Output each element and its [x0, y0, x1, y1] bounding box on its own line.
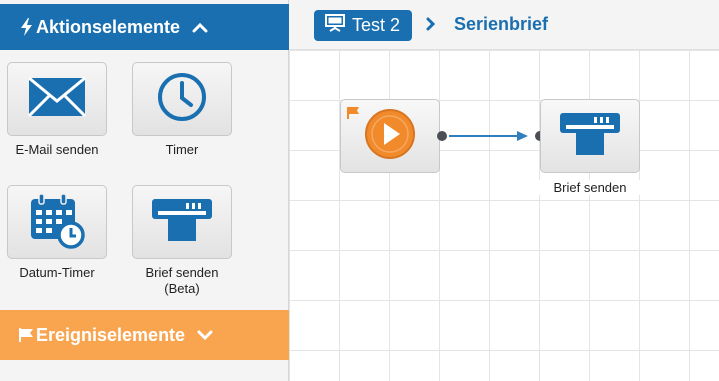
sidebar: Aktionselemente E-Mail senden Timer Datu…: [0, 0, 289, 381]
brief-senden-node-label: Brief senden: [530, 180, 650, 195]
campaign-button[interactable]: Test 2: [314, 10, 412, 41]
tile-email-senden[interactable]: [7, 62, 107, 136]
workflow-canvas[interactable]: Brief senden: [289, 50, 719, 381]
chevron-down-icon[interactable]: [197, 328, 213, 342]
chevron-up-icon[interactable]: [192, 20, 208, 34]
events-panel-title: Ereigniselemente: [36, 324, 186, 345]
tile-label-email: E-Mail senden: [15, 142, 99, 157]
envelope-icon: [27, 76, 87, 122]
actions-panel-title: Aktionselemente: [36, 16, 181, 37]
flag-icon: [347, 106, 361, 125]
printer-icon: [558, 111, 622, 162]
top-bar: Test 2 Serienbrief: [289, 0, 719, 50]
tile-datum-timer[interactable]: [7, 185, 107, 259]
tile-timer[interactable]: [132, 62, 232, 136]
play-icon: [363, 107, 417, 166]
campaign-label: Test 2: [352, 15, 401, 35]
start-node[interactable]: [340, 99, 440, 173]
connector-arrow: [449, 131, 528, 141]
tile-label-datum-timer: Datum-Timer: [19, 265, 95, 280]
tile-brief-senden[interactable]: [132, 185, 232, 259]
printer-icon: [150, 197, 214, 248]
bolt-icon: [18, 17, 34, 37]
breadcrumb-current[interactable]: Serienbrief: [454, 14, 548, 35]
tile-label-timer: Timer: [165, 142, 199, 157]
presentation-icon: [325, 14, 345, 37]
calendar-clock-icon: [27, 191, 87, 254]
brief-senden-node[interactable]: [540, 99, 640, 173]
flag-icon: [18, 325, 34, 345]
clock-icon: [156, 71, 208, 128]
events-panel-header[interactable]: Ereigniselemente: [0, 310, 289, 360]
tile-label-brief-senden: Brief senden (Beta): [145, 265, 219, 296]
chevron-right-icon: [425, 16, 437, 32]
actions-panel-header[interactable]: Aktionselemente: [0, 4, 289, 50]
